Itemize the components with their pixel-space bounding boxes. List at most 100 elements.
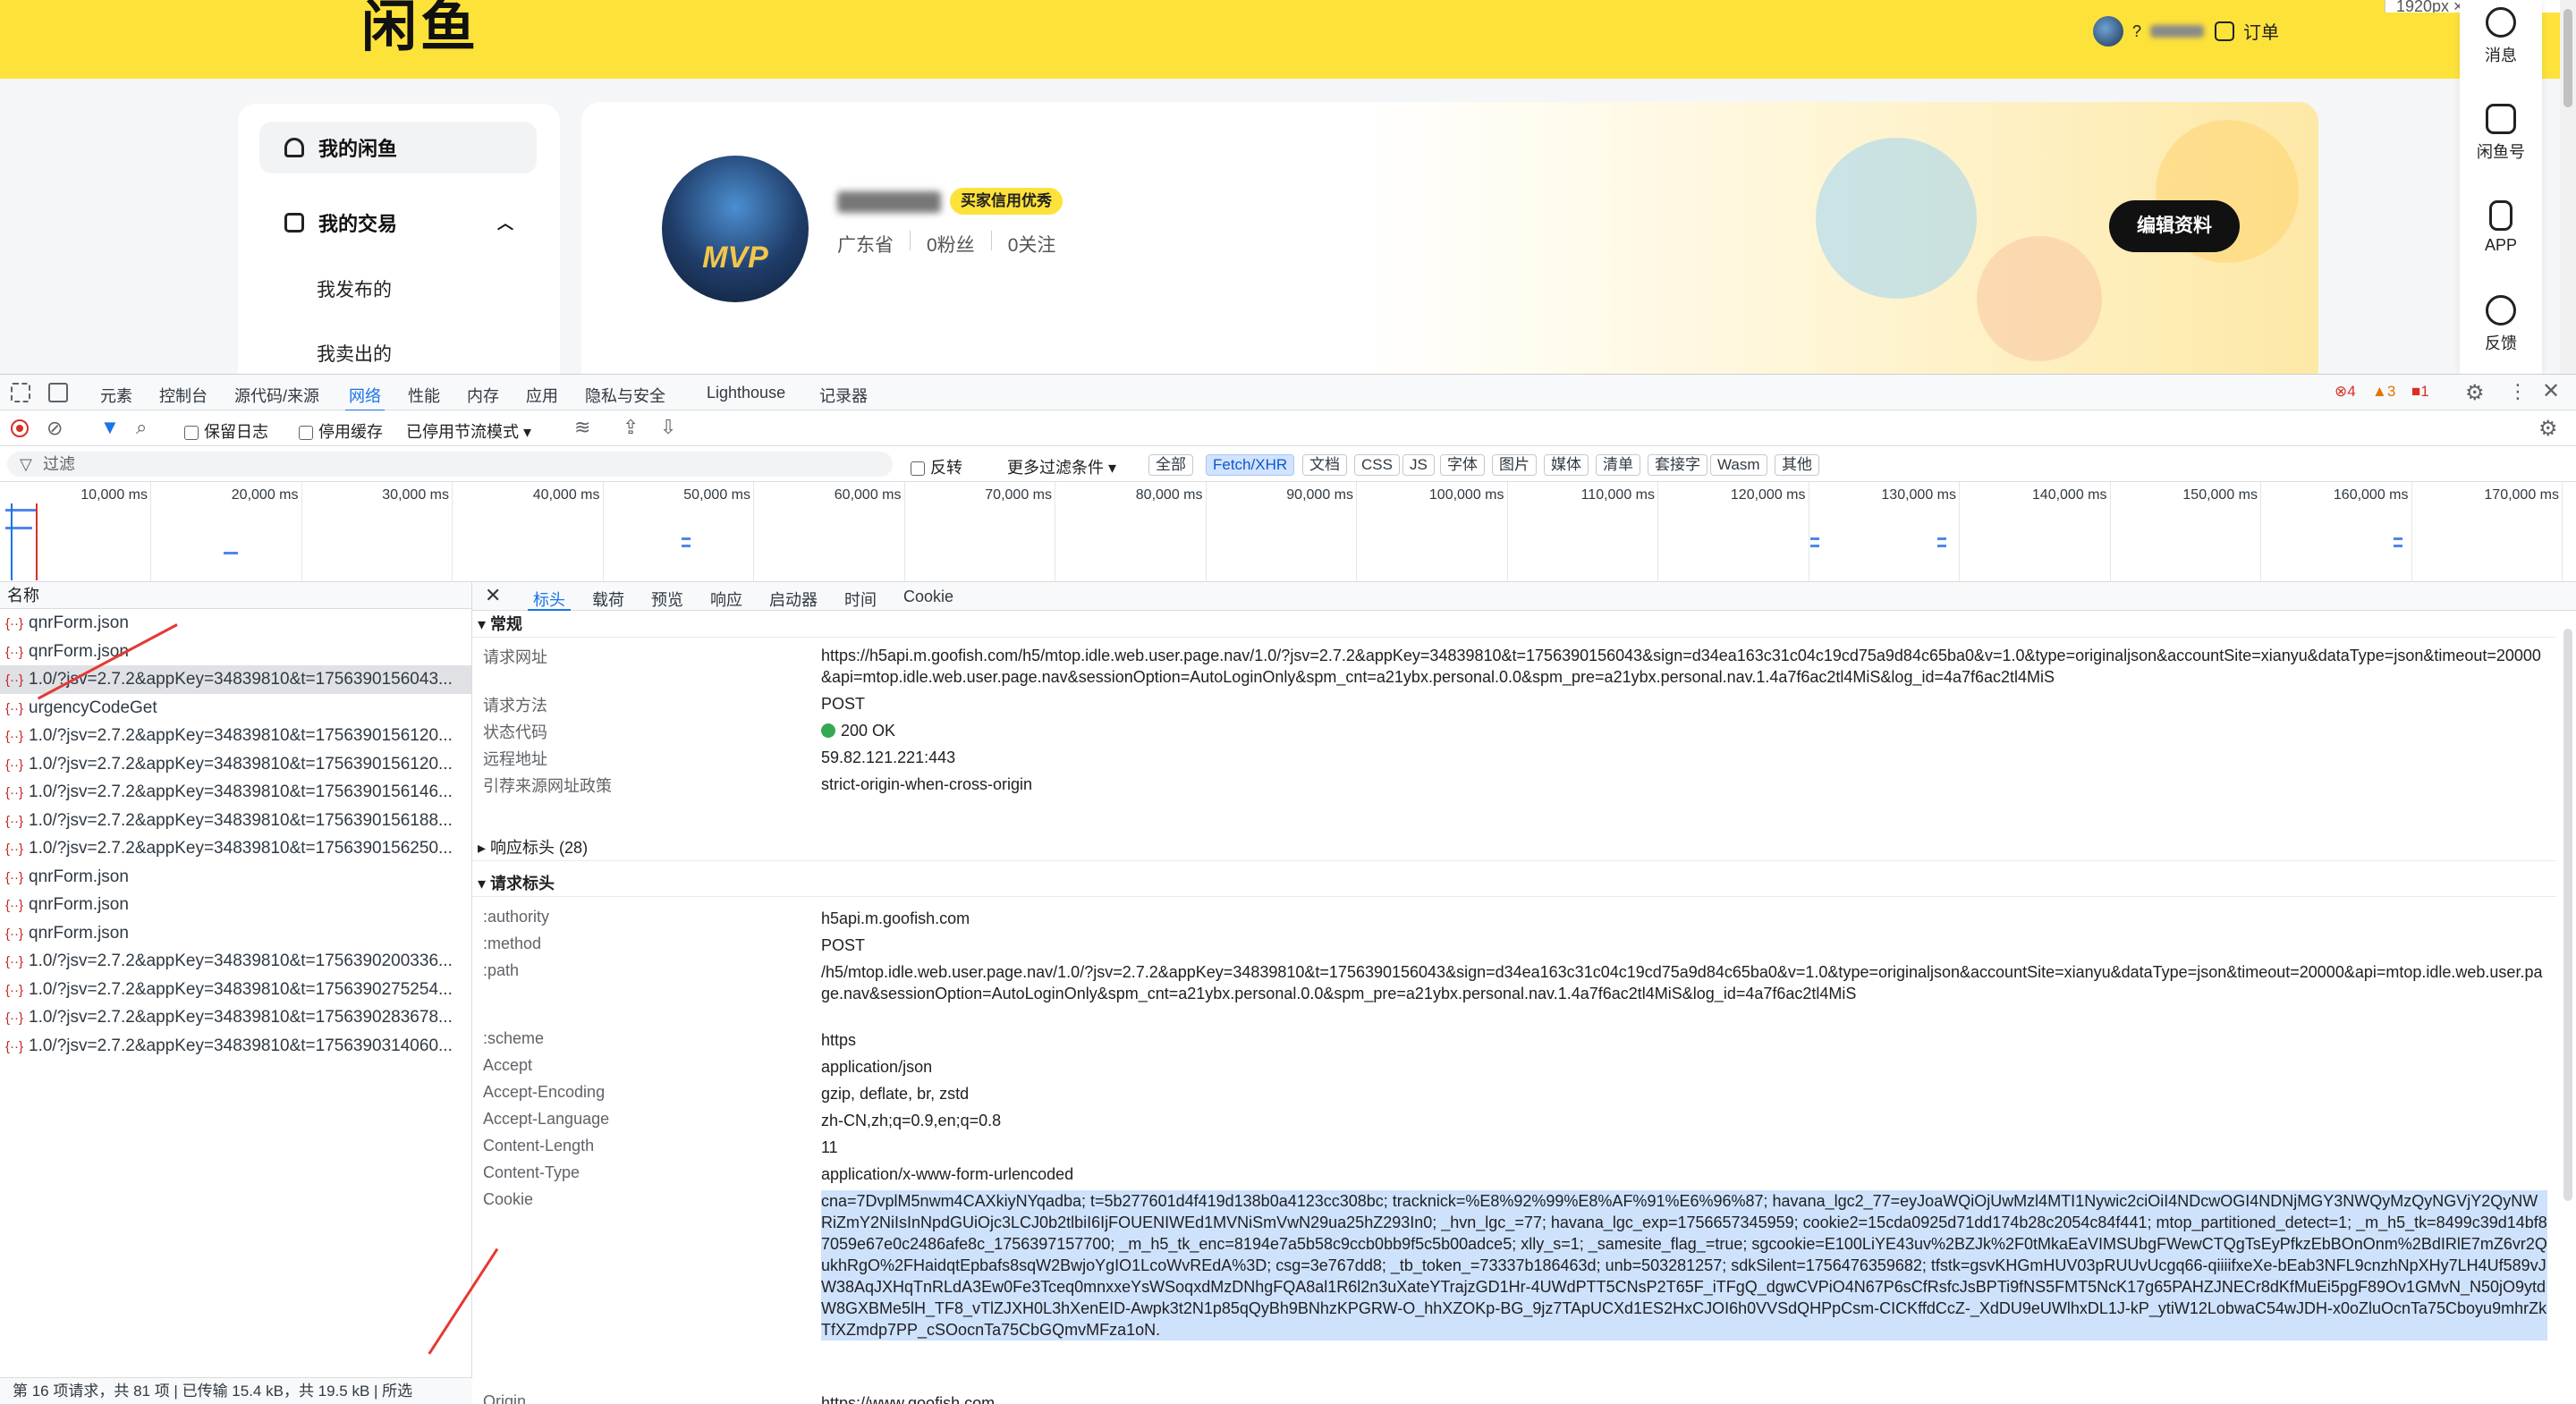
column-header-name[interactable]: 名称 bbox=[0, 582, 471, 609]
invert-checkbox[interactable]: 反转 bbox=[911, 455, 962, 478]
filter-doc[interactable]: 文档 bbox=[1302, 454, 1347, 476]
menu-published[interactable]: 我发布的 bbox=[317, 275, 392, 302]
edit-profile-button[interactable]: 编辑资料 bbox=[2109, 200, 2240, 252]
error-count[interactable]: ⊗4 bbox=[2334, 383, 2356, 401]
following-count[interactable]: 0关注 bbox=[1008, 231, 1056, 258]
settings-icon[interactable]: ⚙ bbox=[2465, 380, 2485, 406]
header-value[interactable]: h5api.m.goofish.com bbox=[821, 908, 2547, 929]
tab-privacy-security[interactable]: 隐私与安全 bbox=[585, 384, 665, 407]
filter-img[interactable]: 图片 bbox=[1492, 454, 1537, 476]
header-value[interactable]: gzip, deflate, br, zstd bbox=[821, 1083, 2547, 1104]
rail-app[interactable]: APP bbox=[2460, 200, 2542, 255]
request-row[interactable]: {··} qnrForm.json bbox=[0, 919, 471, 948]
detail-tab-payload[interactable]: 载荷 bbox=[592, 588, 624, 611]
request-row[interactable]: {··} 1.0/?jsv=2.7.2&appKey=34839810&t=175… bbox=[0, 1032, 471, 1061]
clear-icon[interactable]: ⊘ bbox=[47, 417, 63, 440]
filter-js[interactable]: JS bbox=[1402, 454, 1435, 476]
section-request-headers[interactable]: ▾ 请求标头 bbox=[472, 870, 2556, 897]
search-icon[interactable]: ⌕ bbox=[136, 416, 147, 439]
tab-recorder[interactable]: 记录器 bbox=[819, 384, 868, 407]
filter-fetch-xhr[interactable]: Fetch/XHR bbox=[1206, 454, 1295, 476]
request-row[interactable]: {··} qnrForm.json bbox=[0, 609, 471, 638]
header-value[interactable]: 59.82.121.221:443 bbox=[821, 747, 2547, 768]
header-value[interactable]: application/json bbox=[821, 1056, 2547, 1078]
request-row[interactable]: {··} 1.0/?jsv=2.7.2&appKey=34839810&t=175… bbox=[0, 750, 471, 779]
user-chip[interactable]: ? bbox=[2093, 16, 2205, 47]
tab-performance[interactable]: 性能 bbox=[408, 384, 440, 407]
rail-account[interactable]: 闲鱼号 bbox=[2460, 104, 2542, 163]
header-value[interactable]: https://h5api.m.goofish.com/h5/mtop.idle… bbox=[821, 645, 2547, 688]
header-value[interactable]: https bbox=[821, 1029, 2547, 1051]
detail-tab-response[interactable]: 响应 bbox=[710, 588, 742, 611]
header-value[interactable]: POST bbox=[821, 693, 2547, 715]
inspect-icon[interactable] bbox=[11, 383, 30, 402]
header-value[interactable]: zh-CN,zh;q=0.9,en;q=0.8 bbox=[821, 1110, 2547, 1131]
close-devtools-icon[interactable]: ✕ bbox=[2542, 378, 2560, 404]
header-value[interactable]: /h5/mtop.idle.web.user.page.nav/1.0/?jsv… bbox=[821, 961, 2547, 1004]
section-response-headers[interactable]: ▸ 响应标头 (28) bbox=[472, 834, 2556, 861]
header-value[interactable]: 11 bbox=[821, 1137, 2547, 1158]
section-general[interactable]: ▾ 常规 bbox=[472, 611, 2556, 638]
filter-wasm[interactable]: Wasm bbox=[1710, 454, 1767, 476]
page-scrollbar[interactable] bbox=[2560, 0, 2576, 374]
network-conditions-icon[interactable]: ≋ bbox=[574, 416, 590, 439]
tab-application[interactable]: 应用 bbox=[526, 384, 558, 407]
network-settings-icon[interactable]: ⚙ bbox=[2538, 416, 2558, 442]
request-row[interactable]: {··} urgencyCodeGet bbox=[0, 694, 471, 723]
header-value[interactable]: 200 OK bbox=[821, 720, 2547, 741]
filter-manifest[interactable]: 清单 bbox=[1596, 454, 1640, 476]
header-value[interactable]: application/x-www-form-urlencoded bbox=[821, 1163, 2547, 1185]
detail-tab-cookie[interactable]: Cookie bbox=[903, 588, 953, 606]
issue-count[interactable]: ■1 bbox=[2411, 383, 2429, 401]
import-har-icon[interactable]: ⇪ bbox=[623, 416, 639, 439]
filter-css[interactable]: CSS bbox=[1354, 454, 1400, 476]
request-row[interactable]: {··} 1.0/?jsv=2.7.2&appKey=34839810&t=175… bbox=[0, 807, 471, 835]
device-toggle-icon[interactable] bbox=[48, 383, 68, 402]
scrollbar-thumb[interactable] bbox=[2563, 9, 2572, 107]
throttle-select[interactable]: 已停用节流模式 ▾ bbox=[406, 419, 531, 443]
detail-tab-headers[interactable]: 标头 bbox=[528, 588, 571, 612]
filter-icon[interactable]: ▼ bbox=[100, 416, 120, 439]
request-row[interactable]: {··} qnrForm.json bbox=[0, 863, 471, 892]
header-value[interactable]: POST bbox=[821, 935, 2547, 956]
scrollbar-thumb[interactable] bbox=[2563, 629, 2572, 1201]
filter-all[interactable]: 全部 bbox=[1148, 454, 1193, 476]
export-har-icon[interactable]: ⇩ bbox=[660, 416, 676, 439]
tab-elements[interactable]: 元素 bbox=[100, 384, 132, 407]
detail-tab-preview[interactable]: 预览 bbox=[651, 588, 683, 611]
profile-avatar[interactable]: MVP bbox=[662, 156, 809, 302]
rail-feedback[interactable]: 反馈 bbox=[2460, 295, 2542, 354]
details-scrollbar[interactable] bbox=[2560, 611, 2576, 1404]
request-row[interactable]: {··} 1.0/?jsv=2.7.2&appKey=34839810&t=175… bbox=[0, 722, 471, 750]
menu-sold[interactable]: 我卖出的 bbox=[317, 340, 392, 367]
request-row[interactable]: {··} qnrForm.json bbox=[0, 891, 471, 919]
filter-font[interactable]: 字体 bbox=[1440, 454, 1485, 476]
orders-link[interactable]: 订单 bbox=[2215, 18, 2279, 44]
header-value[interactable]: strict-origin-when-cross-origin bbox=[821, 774, 2547, 795]
more-menu-icon[interactable]: ⋮ bbox=[2508, 380, 2528, 403]
tab-console[interactable]: 控制台 bbox=[159, 384, 208, 407]
detail-tab-initiator[interactable]: 启动器 bbox=[769, 588, 818, 611]
site-logo[interactable]: 闲鱼 bbox=[361, 0, 479, 55]
filter-input[interactable]: ▽ 过滤 bbox=[7, 452, 893, 477]
filter-socket[interactable]: 套接字 bbox=[1648, 454, 1707, 476]
tab-lighthouse[interactable]: Lighthouse bbox=[707, 384, 785, 402]
menu-my-xianyu[interactable]: 我的闲鱼 bbox=[259, 122, 537, 173]
filter-media[interactable]: 媒体 bbox=[1544, 454, 1589, 476]
more-filters-dropdown[interactable]: 更多过滤条件 ▾ bbox=[1007, 455, 1116, 478]
header-value[interactable]: cna=7DvplM5nwm4CAXkiyNYqadba; t=5b277601… bbox=[821, 1190, 2547, 1341]
tab-network[interactable]: 网络 bbox=[345, 384, 385, 412]
fans-count[interactable]: 0粉丝 bbox=[927, 231, 975, 258]
user-avatar[interactable] bbox=[2093, 16, 2123, 47]
request-row[interactable]: {··} qnrForm.json bbox=[0, 638, 471, 666]
disable-cache-checkbox[interactable]: 停用缓存 bbox=[299, 419, 383, 443]
request-row[interactable]: {··} 1.0/?jsv=2.7.2&appKey=34839810&t=175… bbox=[0, 976, 471, 1004]
record-icon[interactable] bbox=[11, 419, 29, 437]
request-row[interactable]: {··} 1.0/?jsv=2.7.2&appKey=34839810&t=175… bbox=[0, 947, 471, 976]
close-details-icon[interactable]: ✕ bbox=[485, 584, 501, 607]
rail-messages[interactable]: 消息 bbox=[2460, 7, 2542, 66]
tab-memory[interactable]: 内存 bbox=[467, 384, 499, 407]
preserve-log-checkbox[interactable]: 保留日志 bbox=[184, 419, 268, 443]
request-row[interactable]: {··} 1.0/?jsv=2.7.2&appKey=34839810&t=175… bbox=[0, 778, 471, 807]
tab-sources[interactable]: 源代码/来源 bbox=[234, 384, 319, 407]
